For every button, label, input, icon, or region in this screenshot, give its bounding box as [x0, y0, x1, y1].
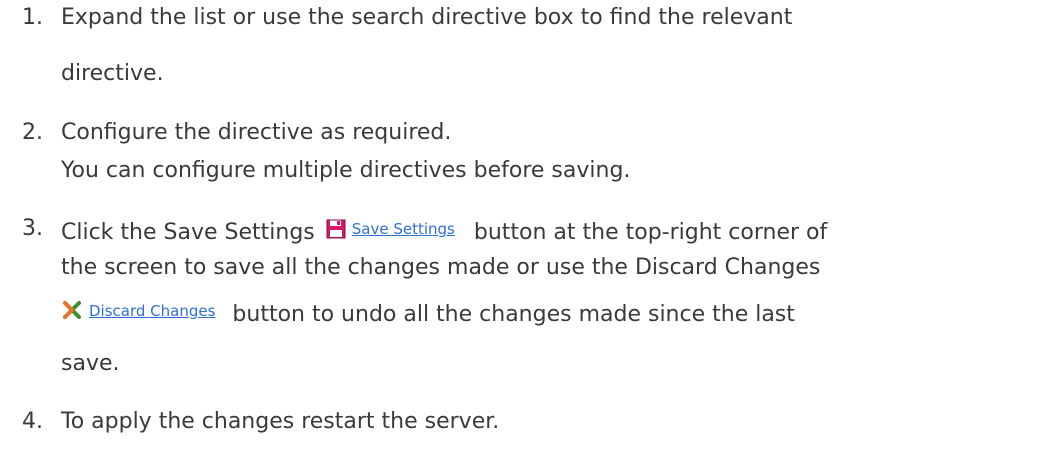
step-text: Discard Changes button to undo all the c… — [61, 297, 795, 329]
step-text: Click the Save Settings Save Settings bu… — [61, 215, 827, 247]
step-text: To apply the changes restart the server. — [61, 409, 500, 434]
step-text: You can configure multiple directives be… — [61, 158, 631, 183]
step-text: the screen to save all the changes made … — [61, 255, 821, 280]
discard-changes-button[interactable]: Discard Changes — [61, 299, 225, 329]
step-number: 2. — [22, 120, 43, 145]
step-text-segment: Click the Save Settings — [61, 220, 322, 245]
discard-changes-link[interactable]: Discard Changes — [89, 302, 215, 320]
step-number: 1. — [22, 5, 43, 30]
step-number: 3. — [22, 216, 43, 241]
step-text: Configure the directive as required. — [61, 120, 452, 145]
step-text-segment: button to undo all the changes made sinc… — [225, 302, 795, 327]
save-settings-link[interactable]: Save Settings — [352, 220, 455, 238]
step-text: save. — [61, 351, 120, 376]
step-text: directive. — [61, 61, 164, 86]
step-text-segment: button at the top-right corner of — [466, 220, 828, 245]
step-number: 4. — [22, 409, 43, 434]
save-settings-button[interactable]: Save Settings — [326, 219, 467, 247]
floppy-disk-icon — [326, 219, 346, 247]
x-cross-icon — [61, 299, 83, 329]
step-text: Expand the list or use the search direct… — [61, 5, 793, 30]
